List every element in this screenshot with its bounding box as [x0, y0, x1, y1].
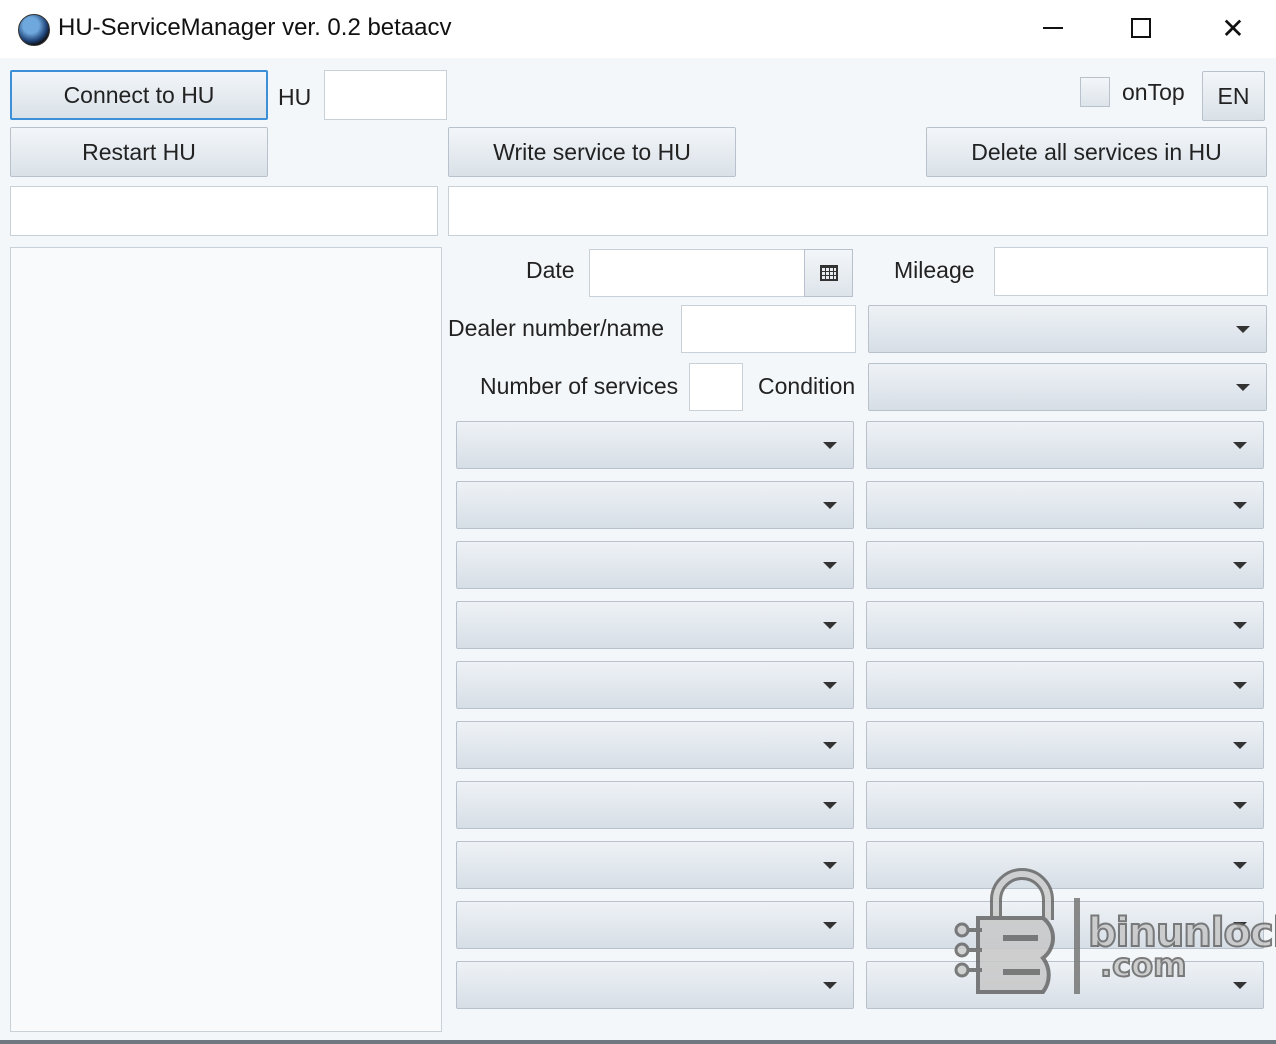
close-icon: ✕ — [1221, 12, 1245, 44]
close-button[interactable]: ✕ — [1210, 8, 1256, 48]
language-button[interactable]: EN — [1202, 71, 1265, 121]
hu-label: HU — [278, 84, 312, 110]
delete-all-services-button[interactable]: Delete all services in HU — [926, 127, 1267, 177]
binunlock-watermark: binunlock .com — [948, 868, 1276, 998]
calendar-icon — [819, 265, 838, 281]
chevron-down-icon — [1233, 442, 1247, 449]
bmw-logo-icon — [18, 14, 50, 46]
condition-select[interactable] — [868, 363, 1267, 411]
chevron-down-icon — [1233, 742, 1247, 749]
service-left-select[interactable] — [456, 781, 854, 829]
chevron-down-icon — [823, 802, 837, 809]
window-title: HU-ServiceManager ver. 0.2 betaacv — [58, 14, 452, 41]
minimize-button[interactable] — [1030, 8, 1076, 48]
watermark-domain: .com — [1099, 945, 1187, 985]
dealer-select[interactable] — [868, 305, 1267, 353]
ontop-label: onTop — [1122, 79, 1185, 105]
chevron-down-icon — [823, 982, 837, 989]
condition-label: Condition — [758, 373, 856, 399]
window-bottom-border — [0, 1040, 1276, 1044]
service-right-select[interactable] — [866, 541, 1264, 589]
chevron-down-icon — [1233, 682, 1247, 689]
service-left-select[interactable] — [456, 901, 854, 949]
maximize-button[interactable] — [1118, 8, 1164, 48]
title-bar: HU-ServiceManager ver. 0.2 betaacv ✕ — [0, 0, 1276, 58]
service-right-select[interactable] — [866, 421, 1264, 469]
mileage-input[interactable] — [994, 247, 1268, 296]
mileage-label: Mileage — [894, 257, 975, 283]
service-right-select[interactable] — [866, 781, 1264, 829]
chevron-down-icon — [823, 862, 837, 869]
dealer-label: Dealer number/name — [448, 315, 665, 341]
chevron-down-icon — [1233, 802, 1247, 809]
service-left-select[interactable] — [456, 721, 854, 769]
service-right-select[interactable] — [866, 721, 1264, 769]
chevron-down-icon — [823, 742, 837, 749]
service-left-select[interactable] — [456, 541, 854, 589]
restart-hu-button[interactable]: Restart HU — [10, 127, 268, 177]
connect-to-hu-button[interactable]: Connect to HU — [10, 70, 268, 120]
service-right-select[interactable] — [866, 481, 1264, 529]
service-left-select[interactable] — [456, 481, 854, 529]
chevron-down-icon — [1236, 384, 1250, 391]
chevron-down-icon — [1233, 562, 1247, 569]
service-left-select[interactable] — [456, 841, 854, 889]
service-left-select[interactable] — [456, 661, 854, 709]
hu-input[interactable] — [324, 70, 447, 120]
services-count-label: Number of services — [480, 373, 679, 399]
chevron-down-icon — [823, 502, 837, 509]
services-count-input[interactable] — [689, 363, 743, 411]
watermark-divider — [1074, 898, 1080, 994]
date-label: Date — [526, 257, 575, 283]
padlock-b-logo-icon — [954, 868, 1055, 994]
chevron-down-icon — [1233, 622, 1247, 629]
chevron-down-icon — [1236, 326, 1250, 333]
chevron-down-icon — [1233, 502, 1247, 509]
status-field-right — [448, 186, 1268, 236]
chevron-down-icon — [823, 562, 837, 569]
chevron-down-icon — [823, 442, 837, 449]
service-left-select[interactable] — [456, 601, 854, 649]
chevron-down-icon — [823, 922, 837, 929]
calendar-button[interactable] — [804, 249, 853, 297]
service-left-select[interactable] — [456, 421, 854, 469]
status-field-left — [10, 186, 438, 236]
services-list-panel[interactable] — [10, 247, 442, 1032]
write-service-button[interactable]: Write service to HU — [448, 127, 736, 177]
service-left-select[interactable] — [456, 961, 854, 1009]
chevron-down-icon — [823, 622, 837, 629]
service-right-select[interactable] — [866, 661, 1264, 709]
minimize-icon — [1043, 27, 1063, 29]
dealer-input[interactable] — [681, 305, 856, 353]
date-input[interactable] — [589, 249, 805, 297]
ontop-checkbox[interactable] — [1080, 77, 1110, 107]
chevron-down-icon — [823, 682, 837, 689]
service-right-select[interactable] — [866, 601, 1264, 649]
maximize-icon — [1131, 18, 1151, 38]
